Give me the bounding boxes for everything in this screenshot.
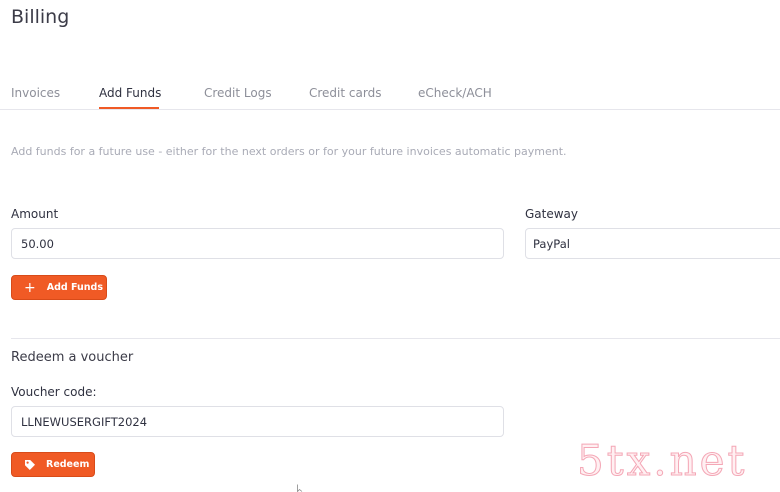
tab-invoices[interactable]: Invoices [11, 86, 60, 100]
page-title: Billing [11, 6, 70, 28]
gateway-selected-value: PayPal [533, 237, 570, 251]
amount-label: Amount [11, 207, 59, 221]
voucher-code-input[interactable] [11, 406, 504, 437]
gateway-select[interactable]: PayPal [525, 228, 780, 259]
tab-echeck-ach[interactable]: eCheck/ACH [418, 86, 492, 100]
mouse-cursor-icon [297, 484, 303, 492]
tab-credit-cards[interactable]: Credit cards [309, 86, 381, 100]
watermark: 5tx.net [576, 436, 748, 486]
add-funds-description: Add funds for a future use - either for … [11, 145, 567, 158]
add-funds-button-label: Add Funds [46, 282, 103, 293]
section-divider [11, 338, 780, 339]
redeem-button[interactable]: Redeem [11, 452, 95, 477]
plus-icon: + [24, 279, 36, 296]
add-funds-button[interactable]: + Add Funds [11, 275, 107, 300]
gateway-label: Gateway [525, 207, 579, 221]
tab-add-funds[interactable]: Add Funds [99, 86, 161, 100]
billing-page: Billing Invoices Add Funds Credit Logs C… [0, 0, 780, 492]
voucher-code-label: Voucher code: [11, 385, 97, 399]
tab-credit-logs[interactable]: Credit Logs [204, 86, 272, 100]
redeem-button-label: Redeem [46, 459, 90, 470]
redeem-voucher-title: Redeem a voucher [11, 350, 134, 365]
tag-icon [24, 459, 36, 471]
amount-input[interactable] [11, 228, 504, 259]
active-tab-indicator [99, 107, 159, 109]
billing-tabs: Invoices Add Funds Credit Logs Credit ca… [0, 78, 780, 110]
